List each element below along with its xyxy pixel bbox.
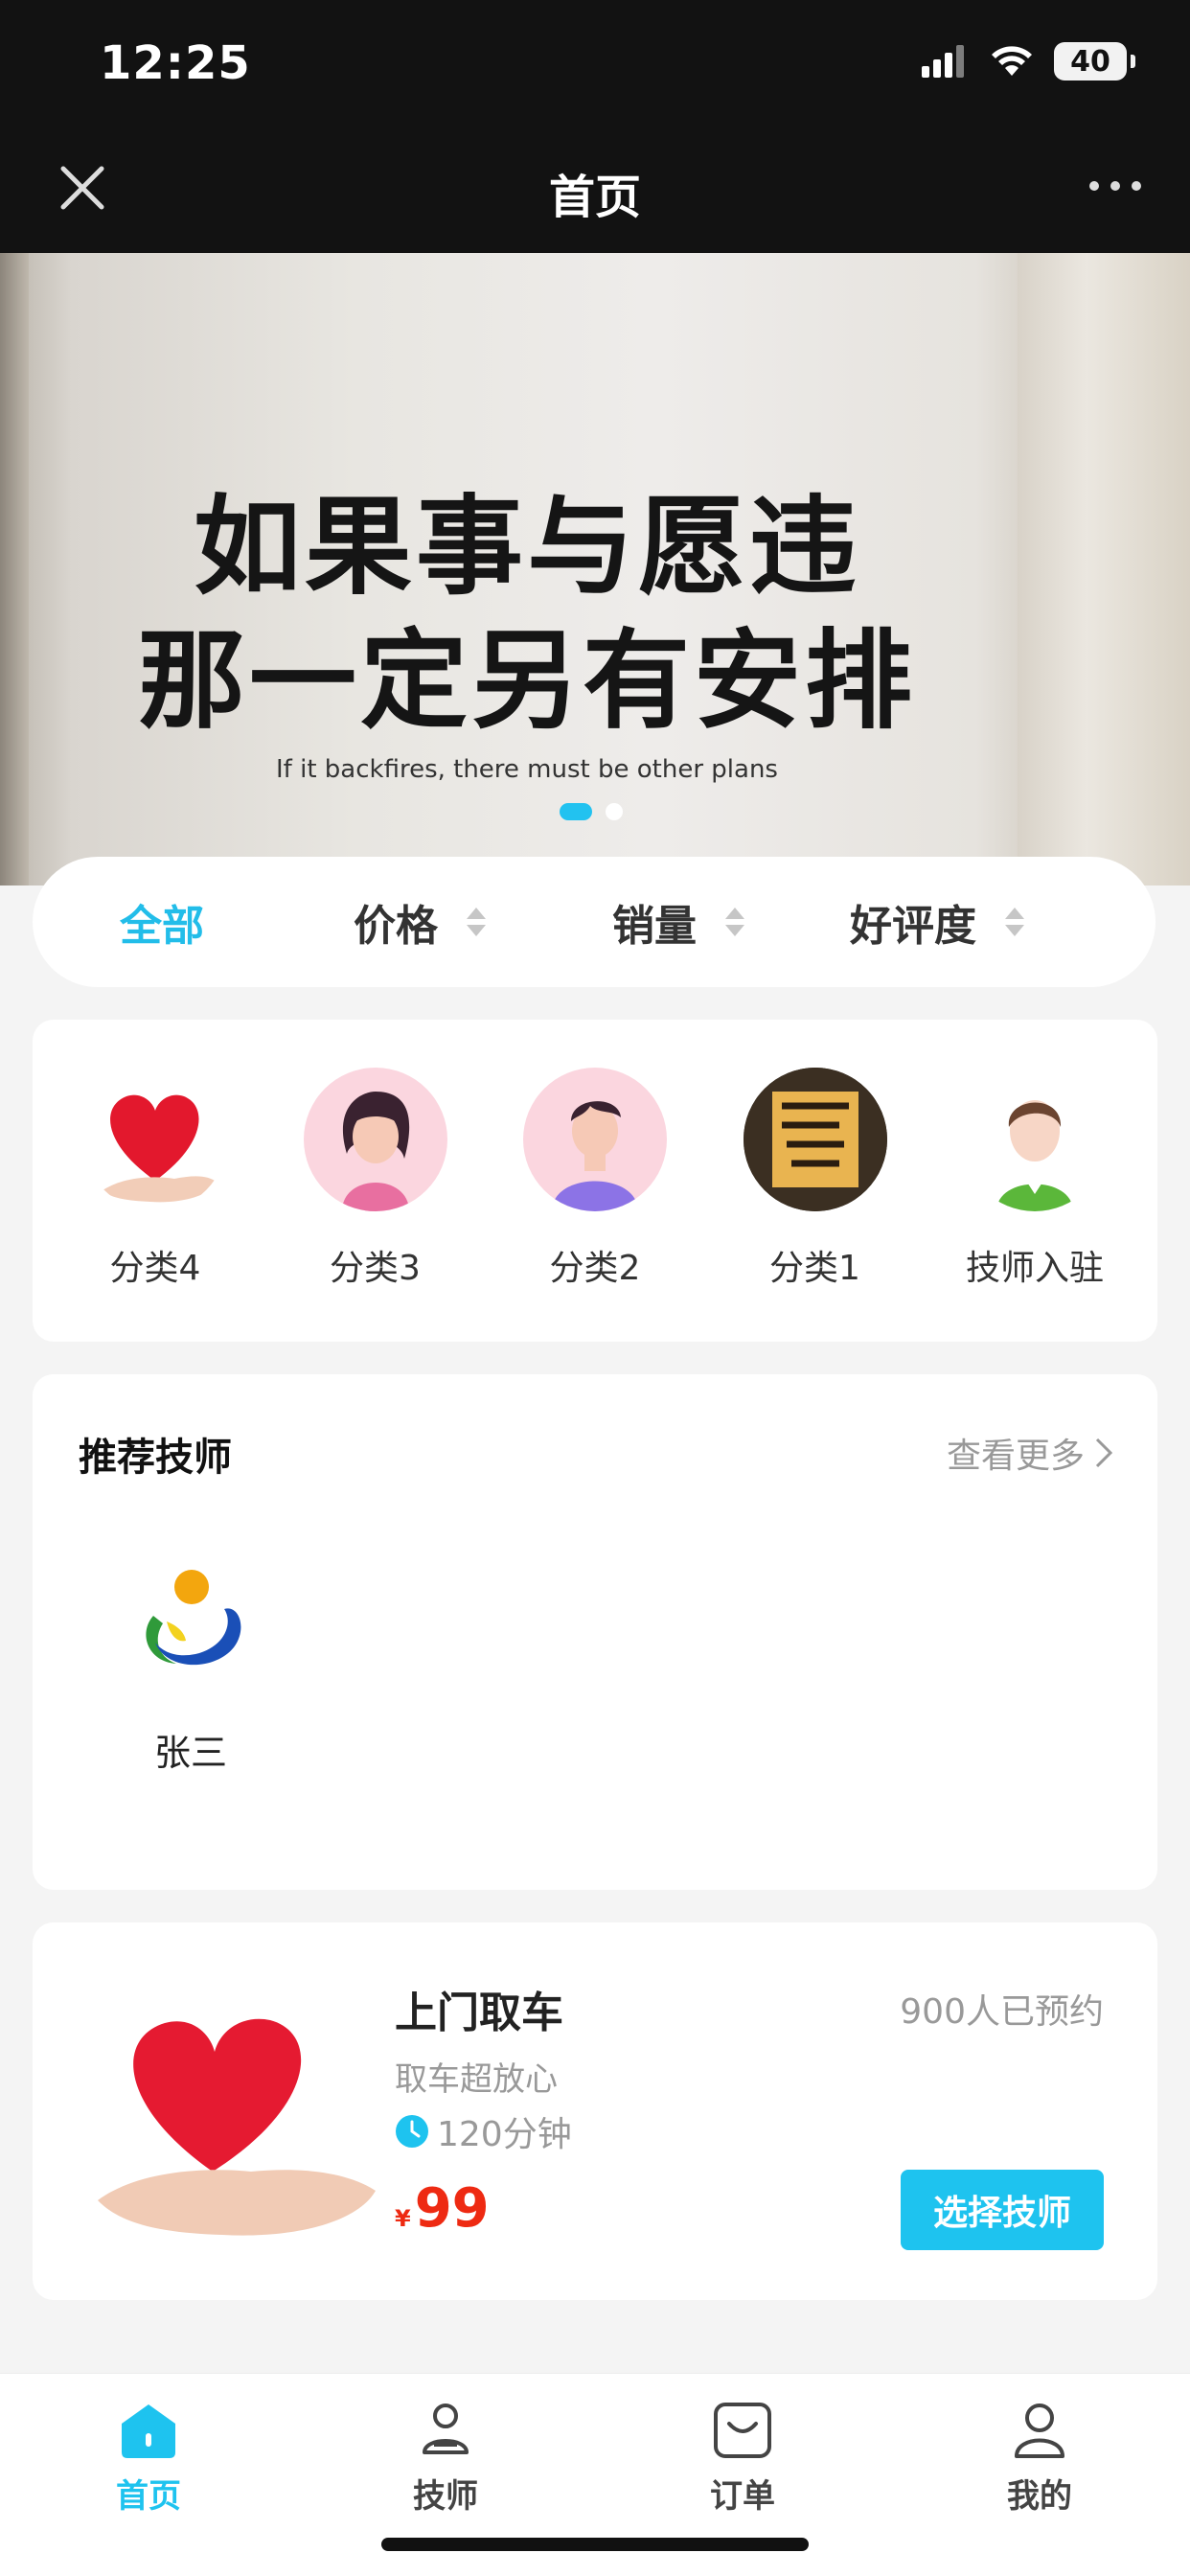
technician-logo-icon: [146, 1570, 241, 1666]
heart-hand-icon: [98, 2018, 376, 2236]
banner-subtitle: If it backfires, there must be other pla…: [276, 755, 778, 784]
tab-label: 订单: [710, 2477, 775, 2516]
category-item[interactable]: 分类3: [280, 1068, 471, 1342]
currency-symbol: ¥: [395, 2205, 411, 2232]
select-technician-button[interactable]: 选择技师: [901, 2170, 1104, 2250]
page-title: 首页: [548, 171, 641, 224]
view-more-label: 查看更多: [946, 1437, 1085, 1476]
sort-sales-label: 销量: [612, 902, 697, 951]
category-label: 分类1: [769, 1249, 860, 1288]
man-avatar-icon: [523, 1068, 667, 1211]
duration-label: 120分钟: [437, 2115, 572, 2154]
receptionist-avatar-icon: [963, 1068, 1107, 1211]
tab-home[interactable]: 首页: [0, 2374, 297, 2576]
category-grid: 分类4 分类3 分类2 分类1 技师入驻: [33, 1020, 1157, 1342]
category-item[interactable]: 技师入驻: [939, 1068, 1131, 1342]
sort-rating[interactable]: 好评度: [809, 891, 1067, 953]
more-icon[interactable]: [1087, 165, 1144, 207]
banner-carousel[interactable]: 如果事与愿违 那一定另有安排 If it backfires, there mu…: [0, 253, 1190, 886]
service-title: 上门取车: [395, 1989, 563, 2037]
tab-label: 技师: [413, 2477, 478, 2516]
sort-arrows-icon: [1005, 908, 1024, 936]
category-label: 分类2: [549, 1249, 641, 1288]
home-icon: [122, 2404, 175, 2458]
carousel-dot[interactable]: [606, 803, 623, 820]
service-subtitle: 取车超放心: [395, 2060, 558, 2099]
recommended-section: 推荐技师 查看更多 张三: [33, 1374, 1157, 1890]
carousel-dot-active[interactable]: [560, 803, 592, 820]
chevron-right-icon: [1095, 1438, 1113, 1468]
sort-arrows-icon: [467, 908, 486, 936]
sort-all-label: 全部: [120, 902, 204, 951]
status-time: 12:25: [100, 36, 251, 90]
heart-hand-icon: [83, 1068, 227, 1211]
technician-name: 张三: [153, 1732, 227, 1774]
technician-card[interactable]: 张三: [100, 1566, 282, 1776]
view-more-link[interactable]: 查看更多: [947, 1428, 1113, 1478]
sort-price-label: 价格: [354, 902, 438, 951]
wifi-icon: [992, 46, 1032, 76]
home-indicator: [381, 2538, 809, 2551]
sort-bar: 全部 价格 销量 好评度: [33, 857, 1156, 987]
banner-headline-1: 如果事与愿违: [194, 485, 860, 610]
technician-icon: [423, 2404, 469, 2454]
calligraphy-avatar-icon: [743, 1068, 887, 1211]
price-value: 99: [414, 2177, 490, 2240]
category-item[interactable]: 分类2: [499, 1068, 691, 1342]
service-duration: 120分钟: [395, 2106, 572, 2156]
woman-avatar-icon: [303, 1068, 447, 1211]
booked-count: 900人已预约: [900, 1992, 1104, 2032]
sort-price[interactable]: 价格: [291, 891, 550, 953]
sort-all[interactable]: 全部: [33, 891, 291, 953]
profile-icon: [1015, 2404, 1064, 2458]
section-title: 推荐技师: [79, 1436, 232, 1480]
category-item[interactable]: 分类4: [59, 1068, 251, 1342]
carousel-dots: [560, 803, 623, 820]
battery-indicator: 40: [1054, 42, 1135, 80]
service-card[interactable]: 上门取车 900人已预约 取车超放心 120分钟 ¥ 99 选择技师: [33, 1922, 1157, 2300]
tab-label: 我的: [1007, 2477, 1072, 2516]
status-icons: 40: [922, 42, 1135, 80]
banner-headline-2: 那一定另有安排: [138, 619, 916, 744]
category-label: 分类4: [109, 1249, 201, 1288]
category-label: 分类3: [330, 1249, 421, 1288]
sort-arrows-icon: [725, 908, 744, 936]
clock-icon: [396, 2115, 428, 2148]
top-bar: 12:25 40 首页: [0, 0, 1190, 253]
category-item[interactable]: 分类1: [720, 1068, 911, 1342]
tab-profile[interactable]: 我的: [891, 2374, 1188, 2576]
sort-rating-label: 好评度: [850, 902, 976, 951]
orders-icon: [714, 2403, 771, 2458]
signal-icon: [922, 45, 964, 78]
sort-sales[interactable]: 销量: [550, 891, 809, 953]
category-label: 技师入驻: [965, 1249, 1104, 1288]
service-price: ¥ 99: [395, 2177, 490, 2240]
tab-label: 首页: [116, 2477, 181, 2516]
